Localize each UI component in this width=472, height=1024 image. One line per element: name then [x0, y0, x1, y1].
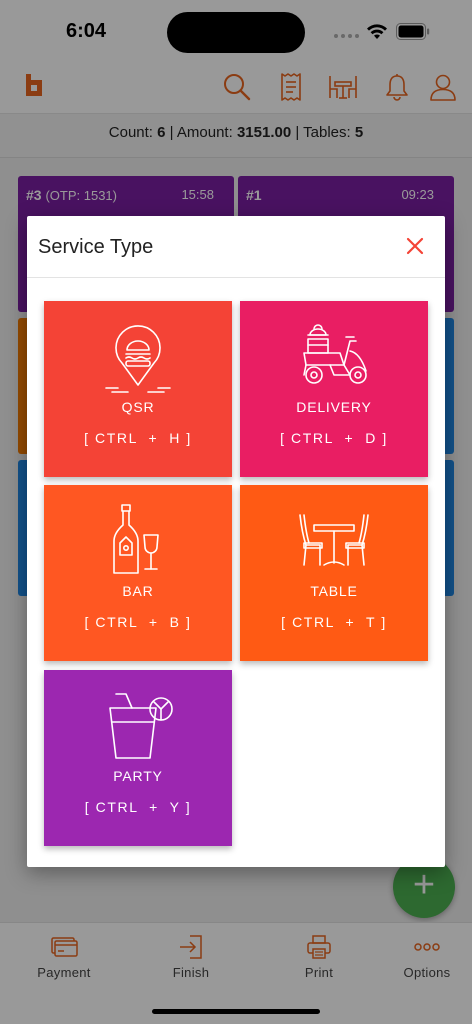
tile-label: BAR [122, 583, 154, 599]
tile-label: QSR [121, 399, 155, 415]
service-tile-party[interactable]: PARTY [ CTRL + Y ] [44, 670, 232, 846]
burger-location-icon [105, 325, 171, 393]
close-icon[interactable] [403, 234, 427, 258]
service-tile-delivery[interactable]: DELIVERY [ CTRL + D ] [240, 301, 428, 477]
dialog-header: Service Type [27, 216, 445, 278]
service-type-dialog: Service Type QSR [ CTRL + H ] DELIVERY [… [27, 216, 445, 867]
tile-shortcut: [ CTRL + D ] [280, 430, 388, 446]
cocktail-glass-icon [109, 693, 173, 759]
service-tile-bar[interactable]: BAR [ CTRL + B ] [44, 485, 232, 661]
tile-shortcut: [ CTRL + H ] [84, 430, 192, 446]
dialog-title: Service Type [38, 236, 154, 258]
tile-label: PARTY [113, 768, 163, 784]
service-tile-qsr[interactable]: QSR [ CTRL + H ] [44, 301, 232, 477]
tile-shortcut: [ CTRL + B ] [84, 614, 192, 630]
tile-shortcut: [ CTRL + T ] [281, 614, 387, 630]
table-chairs-icon [299, 514, 369, 566]
delivery-scooter-icon [303, 324, 367, 384]
service-tile-table[interactable]: TABLE [ CTRL + T ] [240, 485, 428, 661]
wine-bottle-glass-icon [113, 504, 159, 574]
tile-shortcut: [ CTRL + Y ] [84, 799, 192, 815]
tile-label: DELIVERY [296, 399, 372, 415]
tile-label: TABLE [310, 583, 358, 599]
